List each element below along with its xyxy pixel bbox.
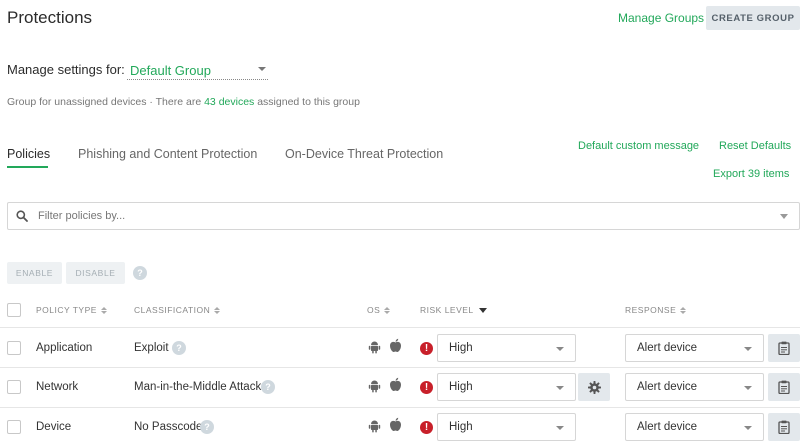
exclamation-icon: ! [420, 421, 433, 434]
apple-icon [390, 338, 401, 352]
help-icon[interactable]: ? [200, 420, 214, 434]
reset-defaults-link[interactable]: Reset Defaults [719, 140, 791, 152]
classification: Man-in-the-Middle Attack [134, 381, 262, 393]
help-icon[interactable]: ? [172, 341, 186, 355]
export-items-link[interactable]: Export 39 items [713, 168, 789, 180]
row-checkbox[interactable] [7, 380, 21, 394]
exclamation-icon: ! [420, 342, 433, 355]
table-row: Network Man-in-the-Middle Attack ? ! Hig… [0, 368, 800, 407]
classification: Exploit [134, 342, 169, 354]
help-icon[interactable]: ? [133, 266, 147, 280]
response-value: Alert device [637, 421, 698, 433]
apple-icon [390, 417, 401, 431]
response-select[interactable]: Alert device [625, 373, 764, 401]
apple-icon [390, 377, 401, 391]
risk-level-select[interactable]: High [437, 413, 576, 441]
column-classification[interactable]: CLASSIFICATION [134, 305, 221, 315]
chevron-down-icon [556, 426, 564, 430]
column-risk-level[interactable]: RISK LEVEL [420, 305, 487, 315]
sort-icon [100, 306, 107, 314]
sort-descending-icon [478, 307, 487, 313]
manage-groups-link[interactable]: Manage Groups [618, 11, 704, 25]
page-title: Protections [7, 8, 93, 27]
response-value: Alert device [637, 381, 698, 393]
policy-type: Network [36, 381, 79, 393]
sort-icon [214, 306, 221, 314]
default-custom-message-link[interactable]: Default custom message [578, 140, 699, 152]
exclamation-icon: ! [420, 381, 433, 394]
clipboard-button[interactable] [768, 413, 800, 441]
group-select[interactable]: Default Group [127, 61, 268, 80]
row-checkbox[interactable] [7, 420, 21, 434]
clipboard-icon [778, 341, 790, 355]
response-select[interactable]: Alert device [625, 413, 764, 441]
tab-on-device-threat-protection[interactable]: On-Device Threat Protection [285, 147, 443, 161]
column-response[interactable]: RESPONSE [625, 305, 687, 315]
clipboard-button[interactable] [768, 373, 800, 401]
chevron-down-icon[interactable] [780, 214, 788, 219]
response-value: Alert device [637, 342, 698, 354]
search-icon [16, 210, 28, 222]
risk-level-value: High [449, 381, 473, 393]
row-checkbox[interactable] [7, 341, 21, 355]
group-desc-prefix: Group for unassigned devices · There are [7, 96, 205, 108]
chevron-down-icon [744, 426, 752, 430]
active-tab-indicator [7, 166, 48, 168]
disable-button[interactable]: DISABLE [66, 262, 125, 284]
response-select[interactable]: Alert device [625, 334, 764, 362]
risk-level-select[interactable]: High [437, 334, 576, 362]
clipboard-icon [778, 420, 790, 434]
column-policy-type-label: POLICY TYPE [36, 305, 97, 315]
tab-phishing-content-protection[interactable]: Phishing and Content Protection [78, 147, 257, 161]
filter-input[interactable] [38, 208, 758, 224]
policy-type: Device [36, 421, 72, 433]
chevron-down-icon [258, 67, 266, 71]
android-icon [368, 380, 381, 393]
android-icon [368, 420, 381, 433]
risk-level-value: High [449, 421, 473, 433]
create-group-button[interactable]: CREATE GROUP [706, 6, 800, 30]
policy-type: Application [36, 342, 93, 354]
chevron-down-icon [744, 386, 752, 390]
android-icon [368, 341, 381, 354]
clipboard-button[interactable] [768, 334, 800, 362]
risk-level-select[interactable]: High [437, 373, 576, 401]
filter-box [7, 202, 800, 230]
sort-icon [680, 306, 687, 314]
help-icon[interactable]: ? [261, 380, 275, 394]
policy-settings-button[interactable] [578, 373, 610, 401]
risk-level-value: High [449, 342, 473, 354]
chevron-down-icon [744, 347, 752, 351]
table-row: Device No Passcode ? ! High Alert device [0, 408, 800, 442]
column-os-label: OS [367, 305, 381, 315]
sort-icon [384, 306, 391, 314]
clipboard-icon [778, 380, 790, 394]
group-desc-suffix: assigned to this group [254, 96, 360, 108]
devices-link[interactable]: 43 devices [204, 96, 254, 108]
gear-icon [587, 380, 601, 394]
tab-policies[interactable]: Policies [7, 147, 50, 161]
group-description: Group for unassigned devices · There are… [7, 96, 360, 108]
classification: No Passcode [134, 421, 203, 433]
select-all-checkbox[interactable] [7, 303, 21, 317]
column-response-label: RESPONSE [625, 305, 677, 315]
group-select-value: Default Group [130, 62, 211, 78]
column-risk-level-label: RISK LEVEL [420, 305, 474, 315]
column-os[interactable]: OS [367, 305, 391, 315]
column-policy-type[interactable]: POLICY TYPE [36, 305, 107, 315]
enable-button[interactable]: ENABLE [7, 262, 62, 284]
manage-settings-label: Manage settings for: [7, 62, 125, 77]
chevron-down-icon [556, 386, 564, 390]
column-classification-label: CLASSIFICATION [134, 305, 211, 315]
chevron-down-icon [556, 347, 564, 351]
table-row: Application Exploit ? ! High Alert devic… [0, 328, 800, 367]
